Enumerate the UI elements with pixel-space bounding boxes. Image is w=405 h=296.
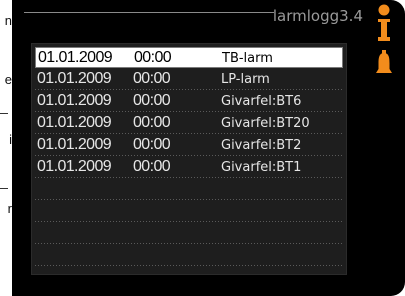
alarm-log-row[interactable]: 01.01.2009 00:00 Givarfel:BT6	[35, 91, 343, 112]
menu-title: larmlogg3.4	[272, 7, 363, 25]
alarm-log-row-empty	[35, 179, 343, 200]
manual-margin-text: n e i r	[0, 0, 12, 296]
alarm-date: 01.01.2009	[37, 136, 112, 153]
alarm-time: 00:00	[133, 70, 171, 87]
status-icons	[375, 4, 393, 76]
margin-rule	[0, 113, 8, 114]
alarm-time: 00:00	[134, 49, 172, 66]
alarm-date: 01.01.2009	[37, 158, 112, 175]
alarm-date: 01.01.2009	[38, 49, 113, 66]
alarm-type: Givarfel:BT2	[221, 138, 302, 153]
margin-char: n	[4, 13, 12, 28]
alarm-time: 00:00	[133, 158, 171, 175]
row-divider	[35, 199, 343, 200]
alarm-log-row-empty	[35, 245, 343, 266]
alarm-type: LP-larm	[221, 72, 270, 87]
alarm-date: 01.01.2009	[37, 70, 112, 87]
margin-rule	[0, 188, 8, 189]
alarm-log-row[interactable]: 01.01.2009 00:00 Givarfel:BT20	[35, 113, 343, 134]
alarm-date: 01.01.2009	[37, 114, 112, 131]
alarm-type: Givarfel:BT20	[221, 116, 310, 131]
alarm-log-row[interactable]: 01.01.2009 00:00 TB-larm	[35, 47, 343, 68]
display-screen: larmlogg3.4 01.01.2009 00:00 TB-larm 01.…	[12, 0, 405, 296]
alarm-time: 00:00	[133, 114, 171, 131]
alarm-log-row[interactable]: 01.01.2009 00:00 Givarfel:BT1	[35, 157, 343, 178]
alarm-log-row-empty	[35, 223, 343, 244]
alarm-log-list[interactable]: 01.01.2009 00:00 TB-larm 01.01.2009 00:0…	[31, 43, 347, 275]
info-icon	[378, 4, 390, 41]
row-divider	[35, 89, 343, 90]
page: n e i r larmlogg3.4 01.01.2009 00:00 TB-…	[0, 0, 405, 296]
alarm-type: TB-larm	[222, 51, 273, 66]
alarm-type: Givarfel:BT6	[221, 94, 302, 109]
alarm-log-row[interactable]: 01.01.2009 00:00 LP-larm	[35, 69, 343, 90]
alarm-log-row-empty	[35, 201, 343, 222]
row-divider	[35, 177, 343, 178]
margin-char: e	[4, 72, 12, 87]
row-divider	[35, 111, 343, 112]
title-divider	[24, 12, 274, 13]
alarm-time: 00:00	[133, 92, 171, 109]
row-divider	[35, 243, 343, 244]
alarm-date: 01.01.2009	[37, 92, 112, 109]
row-divider	[35, 221, 343, 222]
alarm-time: 00:00	[133, 136, 171, 153]
bell-icon	[376, 50, 392, 73]
alarm-type: Givarfel:BT1	[221, 160, 302, 175]
alarm-log-row[interactable]: 01.01.2009 00:00 Givarfel:BT2	[35, 135, 343, 156]
row-divider	[35, 265, 343, 266]
row-divider	[35, 155, 343, 156]
row-divider	[35, 133, 343, 134]
